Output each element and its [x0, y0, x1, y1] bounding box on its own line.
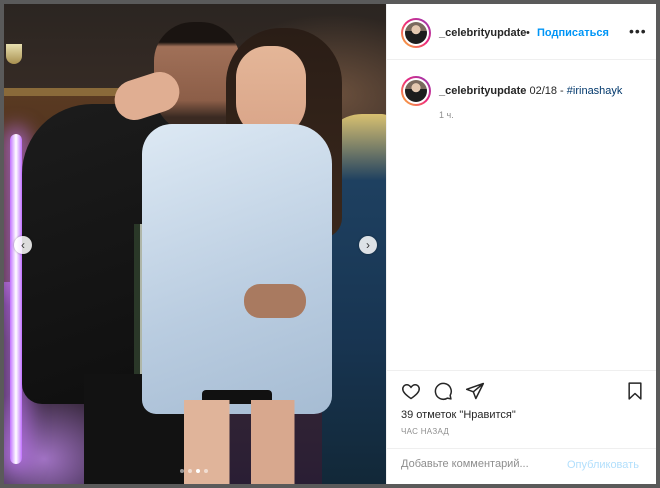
- carousel-dot: [204, 469, 208, 473]
- carousel-prev-button[interactable]: ‹: [14, 236, 32, 254]
- post-actions: 39 отметок "Нравится" ЧАС НАЗАД Опублико…: [387, 370, 656, 481]
- post-modal: ‹ › _celebrityupdate • Подписаться ••• _…: [4, 4, 656, 484]
- caption-body: 02/18 -: [526, 85, 567, 97]
- shelf-top: [4, 88, 124, 96]
- post-photo[interactable]: ‹ ›: [4, 4, 386, 484]
- carousel-indicator: [180, 469, 208, 473]
- comment-bar: Опубликовать: [387, 448, 656, 482]
- caption-text: _celebrityupdate 02/18 - #irinashayk: [439, 85, 622, 97]
- neon-light: [10, 134, 22, 464]
- comment-input[interactable]: [401, 458, 551, 470]
- caption-time: 1 ч.: [439, 110, 454, 120]
- carousel-dot: [188, 469, 192, 473]
- carousel-dot: [180, 469, 184, 473]
- carousel-next-button[interactable]: ›: [359, 236, 377, 254]
- heart-icon[interactable]: [401, 381, 421, 401]
- caption-avatar[interactable]: [401, 76, 431, 106]
- username-link[interactable]: _celebrityupdate: [439, 27, 526, 39]
- avatar[interactable]: [401, 18, 431, 48]
- more-icon[interactable]: •••: [629, 23, 647, 39]
- post-timestamp[interactable]: ЧАС НАЗАД: [401, 427, 449, 436]
- post-header: _celebrityupdate • Подписаться •••: [387, 4, 656, 60]
- separator-dot: •: [526, 27, 530, 39]
- publish-button[interactable]: Опубликовать: [567, 459, 639, 471]
- follow-button[interactable]: Подписаться: [537, 27, 609, 39]
- woman-shirt: [142, 124, 332, 414]
- comment-icon[interactable]: [433, 381, 453, 401]
- share-icon[interactable]: [465, 381, 485, 401]
- likes-count[interactable]: 39 отметок "Нравится": [401, 409, 516, 421]
- bookmark-icon[interactable]: [625, 381, 645, 401]
- glass: [6, 44, 22, 64]
- man-hand: [244, 284, 306, 318]
- post-side-panel: _celebrityupdate • Подписаться ••• _cele…: [386, 4, 656, 484]
- carousel-dot: [196, 469, 200, 473]
- caption-username-link[interactable]: _celebrityupdate: [439, 85, 526, 97]
- hashtag-link[interactable]: #irinashayk: [567, 85, 623, 97]
